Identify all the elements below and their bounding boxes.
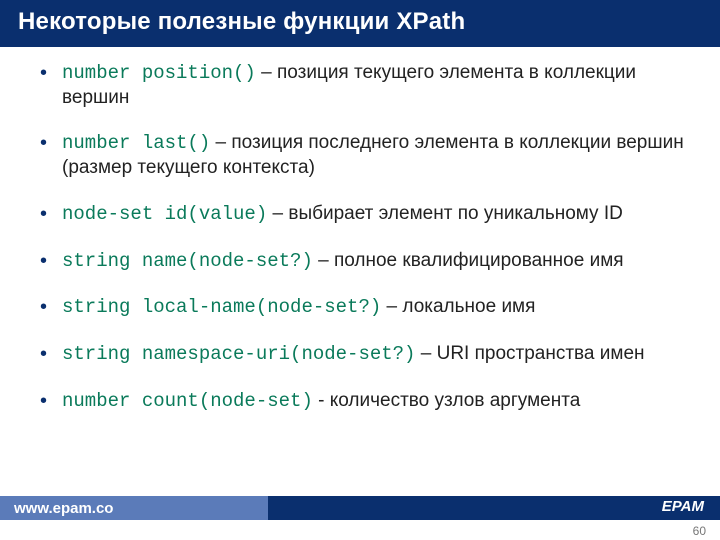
code-snippet: string name(node-set?): [62, 250, 313, 272]
list-item: string name(node-set?) – полное квалифиц…: [40, 249, 692, 274]
footer-bar: www.epam.co EPAM: [0, 496, 720, 520]
list-item: number last() – позиция последнего элеме…: [40, 131, 692, 180]
description: количество узлов аргумента: [330, 390, 581, 411]
description: URI пространства имен: [437, 343, 645, 364]
description: выбирает элемент по уникальному ID: [288, 203, 622, 224]
slide-title: Некоторые полезные функции XPath: [0, 0, 720, 47]
separator: -: [313, 390, 330, 411]
code-snippet: number position(): [62, 62, 256, 84]
code-snippet: node-set id(value): [62, 203, 267, 225]
separator: –: [256, 62, 277, 83]
separator: –: [267, 203, 288, 224]
description: локальное имя: [402, 296, 535, 317]
code-snippet: string local-name(node-set?): [62, 296, 381, 318]
code-snippet: string namespace-uri(node-set?): [62, 343, 415, 365]
separator: –: [381, 296, 402, 317]
separator: –: [415, 343, 436, 364]
separator: –: [313, 250, 334, 271]
list-item: node-set id(value) – выбирает элемент по…: [40, 202, 692, 227]
footer-brand-area: EPAM: [268, 496, 720, 520]
list-item: number position() – позиция текущего эле…: [40, 61, 692, 110]
bullet-list: number position() – позиция текущего эле…: [40, 61, 692, 414]
code-snippet: number count(node-set): [62, 390, 313, 412]
footer-brand: EPAM: [662, 498, 704, 515]
code-snippet: number last(): [62, 132, 210, 154]
separator: –: [210, 132, 231, 153]
list-item: string namespace-uri(node-set?) – URI пр…: [40, 342, 692, 367]
slide: Некоторые полезные функции XPath number …: [0, 0, 720, 540]
content-area: number position() – позиция текущего эле…: [0, 47, 720, 444]
list-item: string local-name(node-set?) – локальное…: [40, 295, 692, 320]
footer-url: www.epam.co: [0, 496, 268, 520]
description: полное квалифицированное имя: [334, 250, 624, 271]
page-number: 60: [693, 524, 706, 538]
list-item: number count(node-set) - количество узло…: [40, 389, 692, 414]
